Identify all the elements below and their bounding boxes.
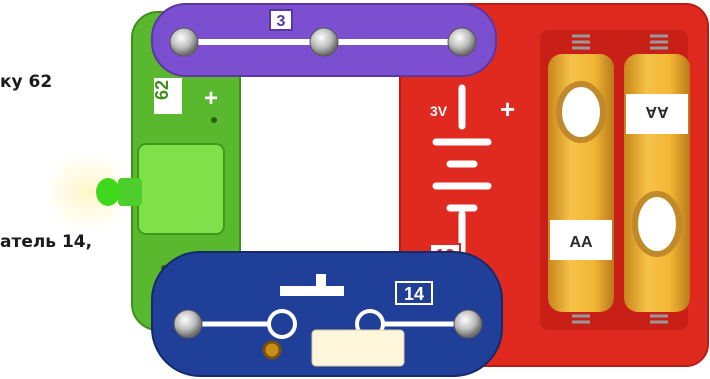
switch-rivet	[262, 340, 282, 360]
led-plus-sign: +	[204, 85, 218, 112]
battery-voltage-label: 3V	[430, 103, 448, 119]
wire-snap-left	[169, 27, 199, 57]
battery-cell-left: AA	[548, 54, 614, 312]
led-lens	[96, 178, 120, 206]
wire-number: 3	[277, 13, 286, 30]
battery-cell-left-label: AA	[569, 234, 593, 251]
switch-number: 14	[404, 284, 424, 304]
switch-snap-left	[173, 309, 203, 339]
circuit-scene: AA AA 3V + 19 62 +	[44, 3, 709, 377]
battery-cell-right-label: AA	[645, 103, 669, 120]
switch-14[interactable]: 14	[151, 251, 503, 377]
switch-actuator-bar	[280, 286, 344, 296]
wire-3: 3	[151, 3, 497, 77]
switch-snap-right	[453, 309, 483, 339]
switch-button[interactable]	[311, 329, 405, 367]
battery-cell-right: AA	[624, 54, 690, 312]
wire-snap-middle	[309, 27, 339, 57]
wire-snap-right	[447, 27, 477, 57]
led-board-dot-top	[211, 117, 217, 123]
led-housing	[137, 143, 225, 235]
led-number: 62	[152, 80, 172, 100]
battery-plus-sign: +	[500, 94, 515, 124]
